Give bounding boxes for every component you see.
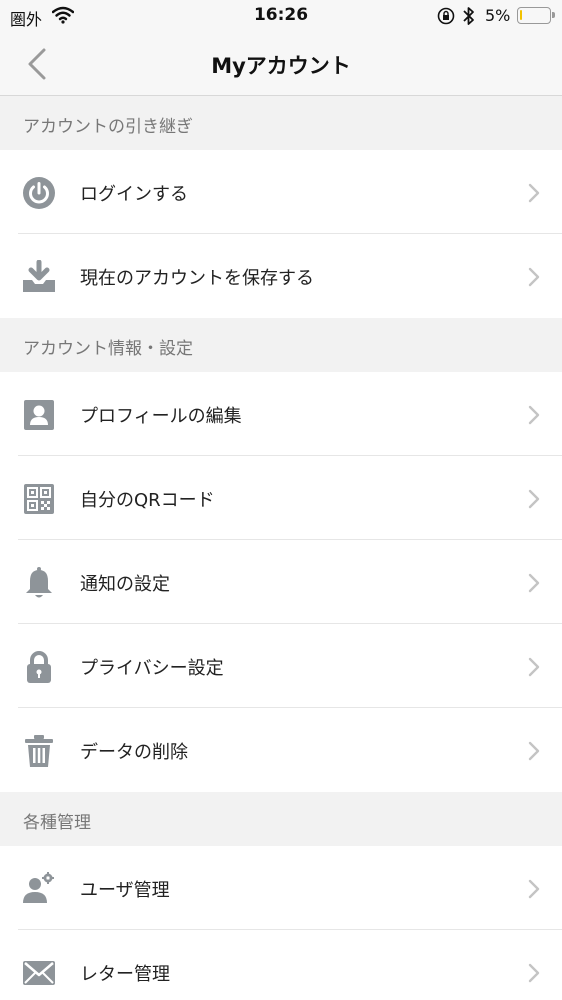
chevron-right-icon: [528, 573, 540, 593]
menu-item-my-qr-code[interactable]: 自分のQRコード: [0, 456, 562, 540]
menu-item-label: ユーザ管理: [80, 880, 170, 901]
chevron-right-icon: [528, 963, 540, 983]
menu-item-label: 通知の設定: [80, 574, 170, 595]
page-title: Myアカウント: [211, 54, 351, 78]
bluetooth-icon: [463, 7, 474, 25]
chevron-right-icon: [528, 405, 540, 425]
menu-item-notification-settings[interactable]: 通知の設定: [0, 540, 562, 624]
menu-item-save-account[interactable]: 現在のアカウントを保存する: [0, 234, 562, 318]
orientation-lock-icon: [437, 7, 455, 25]
section-header-label: アカウントの引き継ぎ: [23, 117, 193, 137]
battery-level: [520, 10, 522, 20]
section-header-label: 各種管理: [23, 813, 91, 833]
trash-icon: [25, 735, 53, 767]
chevron-right-icon: [528, 183, 540, 203]
menu-item-login[interactable]: ログインする: [0, 150, 562, 234]
menu-item-user-management[interactable]: ユーザ管理: [0, 846, 562, 930]
battery-percent: 5%: [485, 6, 511, 25]
clock: 16:26: [253, 5, 309, 25]
menu-item-label: データの削除: [80, 742, 188, 763]
status-bar: 圏外 16:26 5%: [0, 0, 562, 32]
chevron-right-icon: [528, 657, 540, 677]
chevron-right-icon: [528, 741, 540, 761]
battery-icon: [517, 7, 555, 24]
section-header-account-settings: アカウント情報・設定: [0, 318, 562, 372]
user-settings-icon: [23, 872, 54, 903]
chevron-right-icon: [528, 879, 540, 899]
envelope-icon: [23, 961, 55, 985]
padlock-icon: [27, 651, 51, 683]
section-header-transfer: アカウントの引き継ぎ: [0, 96, 562, 150]
chevron-right-icon: [528, 489, 540, 509]
section-header-management: 各種管理: [0, 792, 562, 846]
profile-card-icon: [24, 400, 54, 430]
menu-item-delete-data[interactable]: データの削除: [0, 708, 562, 792]
power-icon: [23, 177, 55, 209]
menu-item-edit-profile[interactable]: プロフィールの編集: [0, 372, 562, 456]
menu-item-label: 自分のQRコード: [80, 490, 215, 511]
qr-code-icon: [24, 484, 54, 514]
menu-item-label: プロフィールの編集: [80, 406, 242, 427]
nav-bar: Myアカウント: [0, 32, 562, 96]
chevron-right-icon: [528, 267, 540, 287]
menu-item-label: 現在のアカウントを保存する: [80, 268, 314, 289]
menu-item-label: レター管理: [80, 964, 170, 985]
menu-item-privacy-settings[interactable]: プライバシー設定: [0, 624, 562, 708]
menu-item-label: プライバシー設定: [80, 658, 224, 679]
menu-item-label: ログインする: [80, 184, 188, 205]
bell-icon: [26, 567, 52, 598]
download-tray-icon: [23, 260, 55, 292]
menu-item-letter-management[interactable]: レター管理: [0, 930, 562, 1000]
section-header-label: アカウント情報・設定: [23, 339, 193, 359]
